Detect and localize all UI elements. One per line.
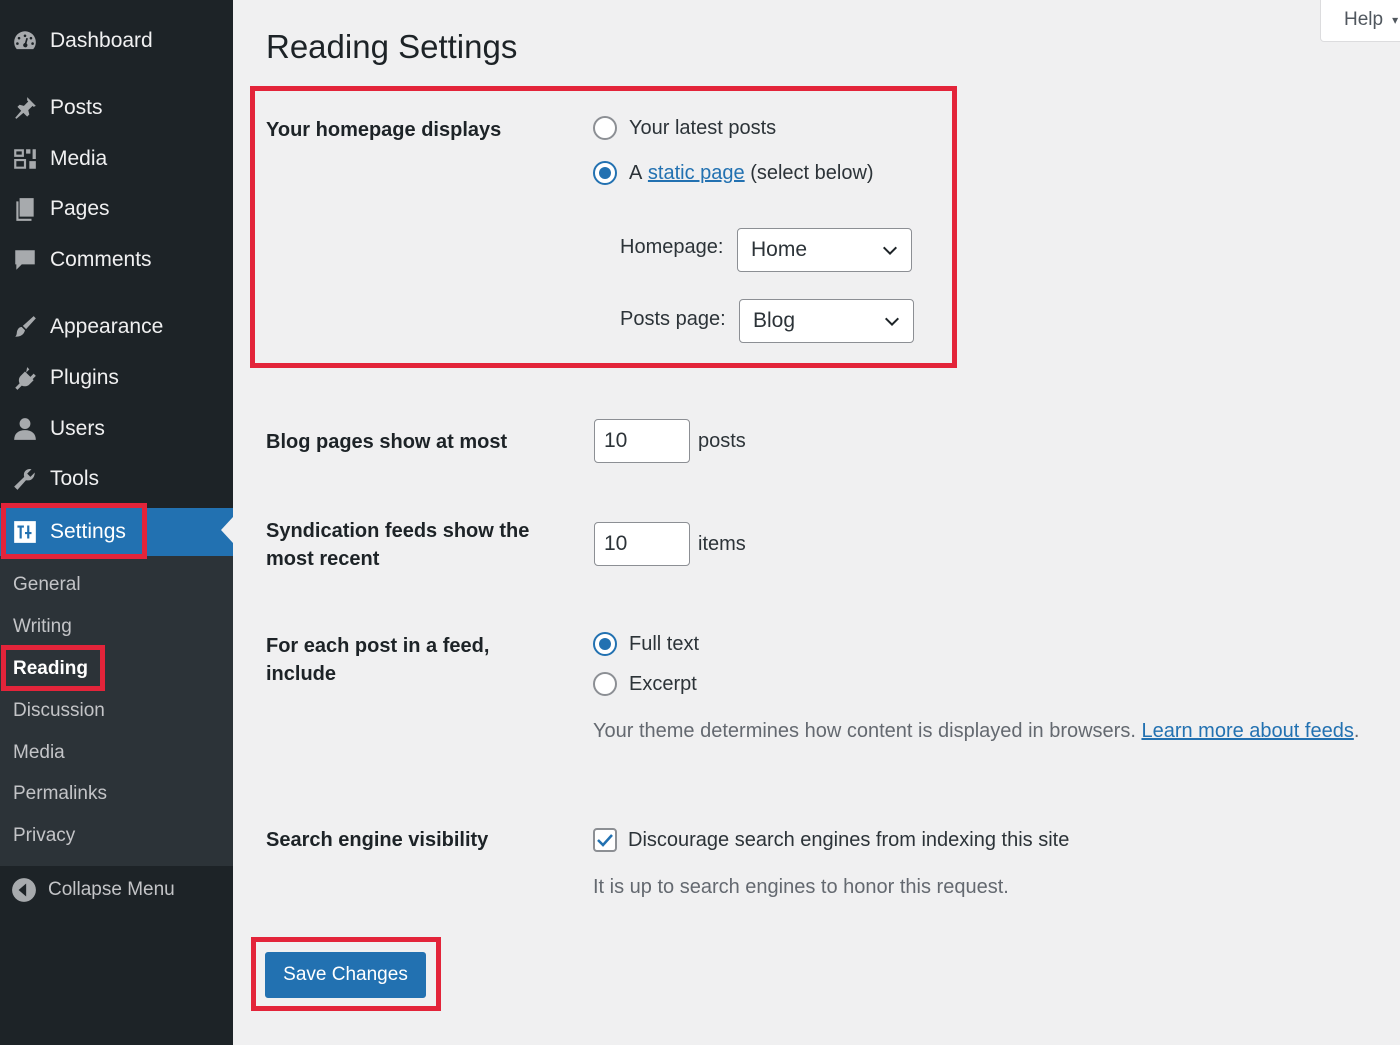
- feed-items-input[interactable]: [594, 522, 690, 566]
- discourage-search-checkbox[interactable]: [593, 828, 617, 852]
- menu-item-tools[interactable]: Tools: [0, 457, 233, 501]
- static-page-link[interactable]: static page: [648, 162, 745, 185]
- chevron-down-icon: [882, 246, 898, 256]
- radio-static-prefix: A: [629, 161, 643, 184]
- menu-label: Users: [50, 417, 105, 440]
- items-unit-label: items: [698, 533, 746, 555]
- submenu-privacy[interactable]: Privacy: [13, 821, 75, 851]
- search-visibility-description: It is up to search engines to honor this…: [593, 876, 1009, 898]
- collapse-menu-button[interactable]: Collapse Menu: [0, 870, 175, 910]
- feed-content-label: For each post in a feed, include: [266, 635, 490, 685]
- menu-label: Plugins: [50, 366, 119, 389]
- syndication-label: Syndication feeds show the most recent: [266, 520, 530, 570]
- menu-label: Appearance: [50, 315, 164, 338]
- submenu-media[interactable]: Media: [13, 738, 65, 768]
- menu-item-pages[interactable]: Pages: [0, 187, 233, 231]
- admin-sidebar: Dashboard Posts Media Pages Comments App…: [0, 0, 233, 1045]
- posts-page-select-label: Posts page:: [620, 308, 726, 330]
- page-title: Reading Settings: [266, 28, 518, 65]
- menu-item-users[interactable]: Users: [0, 407, 233, 451]
- menu-label: Posts: [50, 96, 103, 119]
- save-changes-button[interactable]: Save Changes: [265, 952, 426, 998]
- homepage-select-label: Homepage:: [620, 236, 724, 258]
- feed-description-text: Your theme determines how content is dis…: [593, 720, 1136, 742]
- dashboard-icon: [0, 28, 50, 54]
- blog-pages-label: Blog pages show at most: [266, 431, 508, 453]
- discourage-search-label[interactable]: Discourage search engines from indexing …: [628, 829, 1069, 852]
- menu-label: Comments: [50, 248, 152, 271]
- help-label: Help: [1344, 8, 1384, 30]
- radio-static-page-control[interactable]: [593, 161, 617, 185]
- menu-item-media[interactable]: Media: [0, 137, 233, 181]
- settings-icon: [0, 519, 50, 545]
- submenu-reading[interactable]: Reading: [13, 654, 88, 684]
- help-tab[interactable]: Help ▾: [1320, 0, 1400, 42]
- menu-item-settings[interactable]: Settings: [0, 508, 233, 556]
- menu-label: Tools: [50, 467, 100, 490]
- posts-per-page-input[interactable]: [594, 419, 690, 463]
- collapse-menu-label: Collapse Menu: [48, 879, 175, 900]
- posts-unit-label: posts: [698, 430, 746, 452]
- active-menu-arrow: [221, 517, 233, 543]
- radio-latest-posts[interactable]: Your latest posts: [593, 116, 776, 140]
- radio-latest-posts-label: Your latest posts: [629, 116, 777, 139]
- homepage-displays-label: Your homepage displays: [266, 119, 502, 141]
- chevron-down-icon: [884, 317, 900, 327]
- radio-static-page[interactable]: A static page (select below): [593, 161, 874, 185]
- media-icon: [0, 146, 50, 172]
- radio-excerpt-label: Excerpt: [629, 672, 697, 695]
- radio-excerpt[interactable]: Excerpt: [593, 672, 697, 696]
- radio-full-text[interactable]: Full text: [593, 632, 699, 656]
- menu-label: Media: [50, 147, 108, 170]
- homepage-select[interactable]: Home: [737, 228, 912, 272]
- menu-item-comments[interactable]: Comments: [0, 238, 233, 282]
- feed-description-end: .: [1353, 720, 1360, 742]
- radio-full-text-control[interactable]: [593, 632, 617, 656]
- user-icon: [0, 416, 50, 442]
- menu-item-dashboard[interactable]: Dashboard: [0, 19, 233, 63]
- submenu-permalinks[interactable]: Permalinks: [13, 779, 107, 809]
- submenu-general[interactable]: General: [13, 570, 81, 600]
- menu-item-plugins[interactable]: Plugins: [0, 356, 233, 400]
- collapse-arrow-icon: [0, 877, 48, 903]
- brush-icon: [0, 314, 50, 340]
- feed-description: Your theme determines how content is dis…: [593, 716, 1373, 746]
- wrench-icon: [0, 466, 50, 492]
- search-visibility-label: Search engine visibility: [266, 829, 489, 851]
- learn-more-feeds-link[interactable]: Learn more about feeds: [1141, 720, 1353, 742]
- radio-excerpt-control[interactable]: [593, 672, 617, 696]
- submenu-writing[interactable]: Writing: [13, 612, 72, 642]
- plug-icon: [0, 365, 50, 391]
- submenu-discussion[interactable]: Discussion: [13, 696, 105, 726]
- radio-static-suffix: (select below): [750, 161, 874, 184]
- posts-page-select[interactable]: Blog: [739, 299, 914, 343]
- pages-icon: [0, 196, 50, 222]
- menu-label: Settings: [50, 520, 126, 543]
- homepage-select-value: Home: [751, 238, 808, 261]
- chevron-down-icon: ▾: [1392, 12, 1399, 27]
- menu-item-appearance[interactable]: Appearance: [0, 305, 233, 349]
- checkmark-icon: [597, 834, 613, 847]
- pin-icon: [0, 95, 50, 121]
- comment-icon: [0, 247, 50, 273]
- menu-item-posts[interactable]: Posts: [0, 86, 233, 130]
- menu-label: Dashboard: [50, 29, 153, 52]
- radio-latest-posts-control[interactable]: [593, 116, 617, 140]
- settings-submenu: General Writing Reading Discussion Media…: [0, 556, 233, 866]
- radio-full-text-label: Full text: [629, 632, 700, 655]
- posts-page-select-value: Blog: [753, 309, 796, 332]
- menu-label: Pages: [50, 197, 110, 220]
